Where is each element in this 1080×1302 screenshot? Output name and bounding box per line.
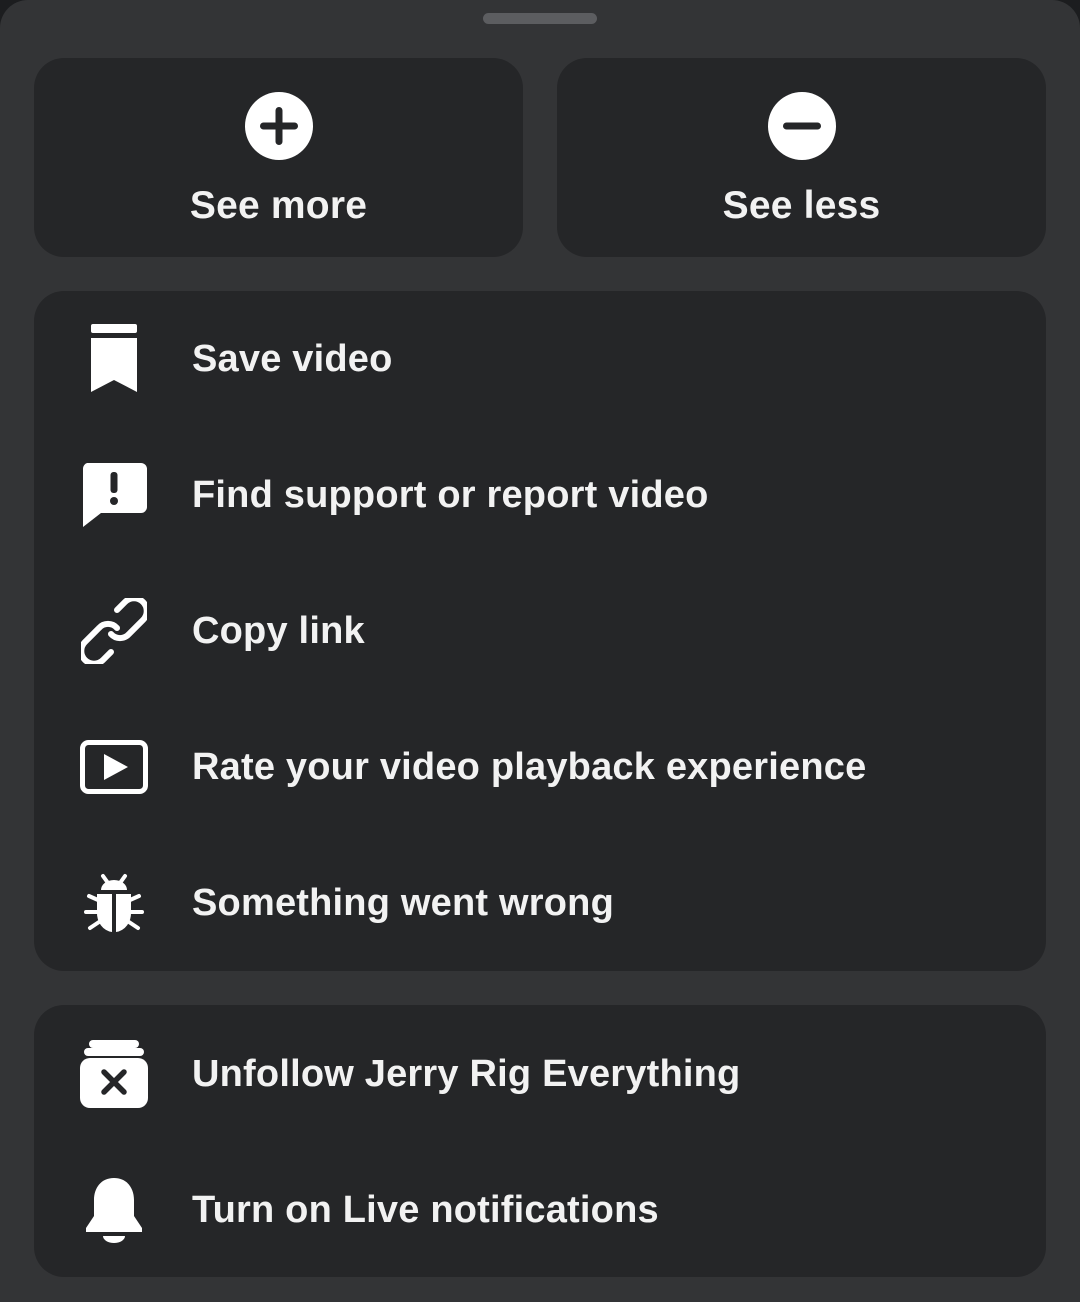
bookmark-icon [74, 319, 154, 399]
save-video-label: Save video [192, 338, 393, 380]
something-went-wrong-item[interactable]: Something went wrong [34, 848, 1046, 958]
bug-icon [74, 863, 154, 943]
report-video-item[interactable]: Find support or report video [34, 440, 1046, 550]
rate-playback-label: Rate your video playback experience [192, 746, 867, 788]
follow-options-card: Unfollow Jerry Rig Everything Turn on Li… [34, 1005, 1046, 1277]
rate-playback-item[interactable]: Rate your video playback experience [34, 712, 1046, 822]
see-more-label: See more [189, 184, 368, 227]
minus-circle-icon [767, 92, 836, 160]
see-more-button[interactable]: See more [34, 58, 523, 257]
play-icon [74, 727, 154, 807]
unfollow-icon [74, 1034, 154, 1114]
something-went-wrong-label: Something went wrong [192, 882, 614, 924]
top-actions: See more See less [34, 58, 1046, 257]
copy-link-label: Copy link [192, 610, 365, 652]
options-sheet: See more See less Save video Find suppor… [0, 0, 1080, 1302]
link-icon [74, 591, 154, 671]
drag-handle[interactable] [483, 13, 597, 24]
video-options-card: Save video Find support or report video [34, 291, 1046, 971]
see-less-label: See less [722, 184, 881, 227]
live-notifications-item[interactable]: Turn on Live notifications [34, 1155, 1046, 1265]
unfollow-item[interactable]: Unfollow Jerry Rig Everything [34, 1019, 1046, 1129]
report-video-label: Find support or report video [192, 474, 709, 516]
plus-circle-icon [244, 92, 313, 160]
live-notifications-label: Turn on Live notifications [192, 1189, 659, 1231]
copy-link-item[interactable]: Copy link [34, 576, 1046, 686]
save-video-item[interactable]: Save video [34, 304, 1046, 414]
see-less-button[interactable]: See less [557, 58, 1046, 257]
unfollow-label: Unfollow Jerry Rig Everything [192, 1053, 741, 1095]
bell-icon [74, 1170, 154, 1250]
report-icon [74, 455, 154, 535]
